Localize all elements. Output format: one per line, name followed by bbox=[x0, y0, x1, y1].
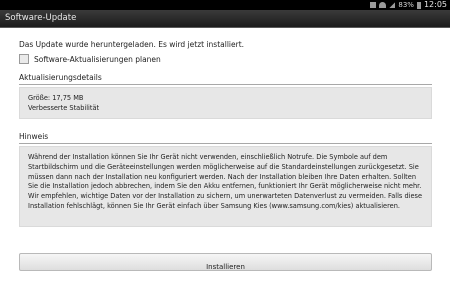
signal-icon bbox=[389, 2, 396, 8]
install-button[interactable]: Installieren bbox=[19, 253, 432, 271]
status-icons: 83% 12:05 bbox=[370, 0, 447, 10]
page-title: Software-Update bbox=[5, 13, 77, 23]
details-section-title: Aktualisierungsdetails bbox=[19, 73, 102, 82]
schedule-updates-checkbox[interactable] bbox=[19, 54, 29, 64]
divider bbox=[19, 84, 432, 85]
status-bar: 83% 12:05 bbox=[0, 0, 450, 10]
battery-icon bbox=[416, 1, 421, 9]
details-box: Größe: 17,75 MB Verbesserte Stabilität bbox=[19, 87, 432, 119]
divider bbox=[19, 143, 432, 144]
wifi-icon bbox=[379, 2, 387, 8]
main-content: Das Update wurde heruntergeladen. Es wir… bbox=[0, 28, 450, 282]
action-bar: Software-Update bbox=[0, 10, 450, 28]
notice-section-title: Hinweis bbox=[19, 132, 49, 141]
schedule-updates-label[interactable]: Software-Aktualisierungen planen bbox=[34, 55, 161, 64]
clock: 12:05 bbox=[423, 0, 447, 9]
install-button-label: Installieren bbox=[206, 263, 245, 271]
battery-percent: 83% bbox=[398, 1, 414, 9]
download-status-message: Das Update wurde heruntergeladen. Es wir… bbox=[19, 40, 245, 49]
notice-box: Während der Installation können Sie Ihr … bbox=[19, 146, 432, 227]
sync-icon bbox=[370, 2, 377, 8]
schedule-updates-row[interactable]: Software-Aktualisierungen planen bbox=[19, 54, 161, 64]
update-size: Größe: 17,75 MB bbox=[28, 94, 84, 102]
notice-text: Während der Installation können Sie Ihr … bbox=[28, 153, 423, 210]
update-change: Verbesserte Stabilität bbox=[28, 104, 100, 112]
